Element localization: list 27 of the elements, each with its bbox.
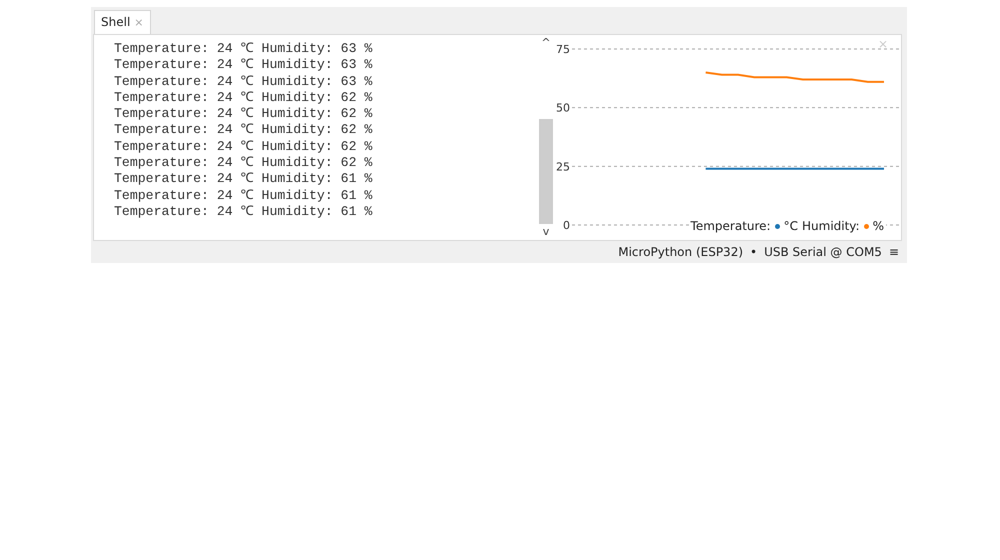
legend-label: Temperature:	[690, 219, 771, 233]
scrollbar-thumb[interactable]	[539, 119, 553, 224]
legend-label: Humidity:	[802, 219, 860, 233]
menu-icon[interactable]: ≡	[888, 245, 899, 259]
shell-output-line: Temperature: 24 ℃ Humidity: 63 %	[114, 74, 374, 90]
shell-output-line: Temperature: 24 ℃ Humidity: 63 %	[114, 41, 374, 58]
shell-output-line: Temperature: 24 ℃ Humidity: 62 %	[114, 106, 374, 122]
shell-tab[interactable]: Shell ×	[94, 10, 150, 34]
separator-dot: •	[750, 245, 758, 259]
shell-output-line: Temperature: 24 ℃ Humidity: 61 %	[114, 204, 374, 220]
port-label[interactable]: USB Serial @ COM5	[764, 245, 882, 259]
interpreter-label[interactable]: MicroPython (ESP32)	[618, 245, 744, 259]
shell-output-line: Temperature: 24 ℃ Humidity: 61 %	[114, 188, 374, 204]
y-axis-label: 25	[556, 160, 570, 174]
shell-output-line: Temperature: 24 ℃ Humidity: 62 %	[114, 122, 374, 139]
scroll-up-button[interactable]: ^	[541, 35, 551, 51]
y-axis-label: 75	[556, 43, 570, 56]
shell-output-line: Temperature: 24 ℃ Humidity: 62 %	[114, 155, 374, 172]
legend-label: °C	[784, 219, 798, 233]
legend-label: %	[872, 219, 884, 233]
shell-output-line: Temperature: 24 ℃ Humidity: 62 %	[114, 90, 374, 106]
y-axis-label: 50	[556, 102, 570, 115]
scroll-down-button[interactable]: v	[542, 224, 550, 240]
shell-output-line: Temperature: 24 ℃ Humidity: 62 %	[114, 138, 374, 156]
y-axis-label: 0	[563, 219, 570, 232]
shell-output-line: Temperature: 24 ℃ Humidity: 61 %	[114, 171, 374, 188]
shell-output-line: Temperature: 24 ℃ Humidity: 63 %	[114, 57, 374, 74]
